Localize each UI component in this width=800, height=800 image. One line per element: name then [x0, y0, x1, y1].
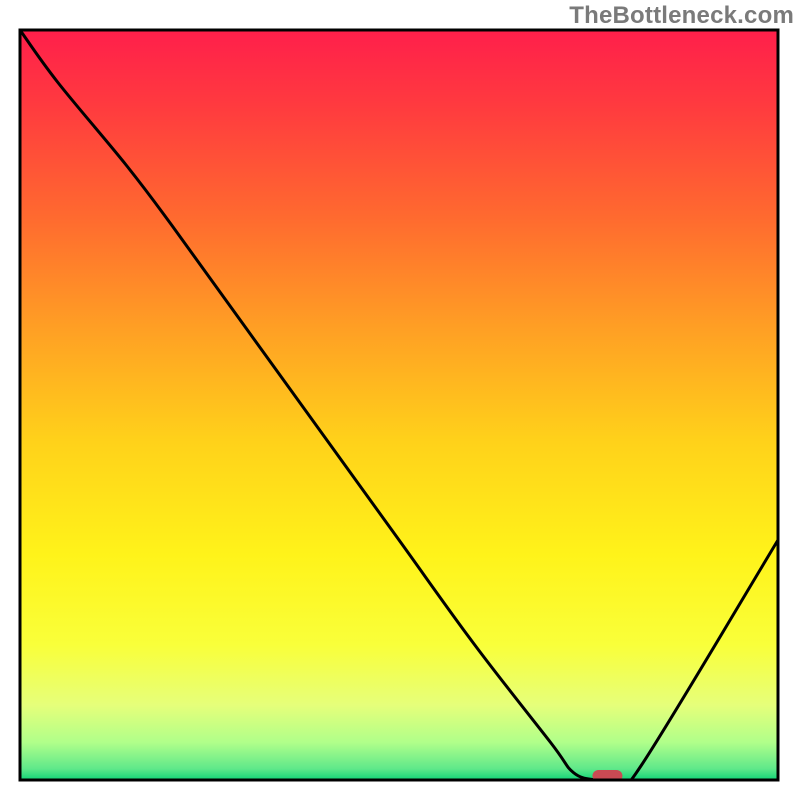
gradient-background: [20, 30, 778, 780]
chart-area: [0, 0, 800, 800]
chart-svg: [0, 0, 800, 800]
watermark-text: TheBottleneck.com: [569, 2, 794, 30]
